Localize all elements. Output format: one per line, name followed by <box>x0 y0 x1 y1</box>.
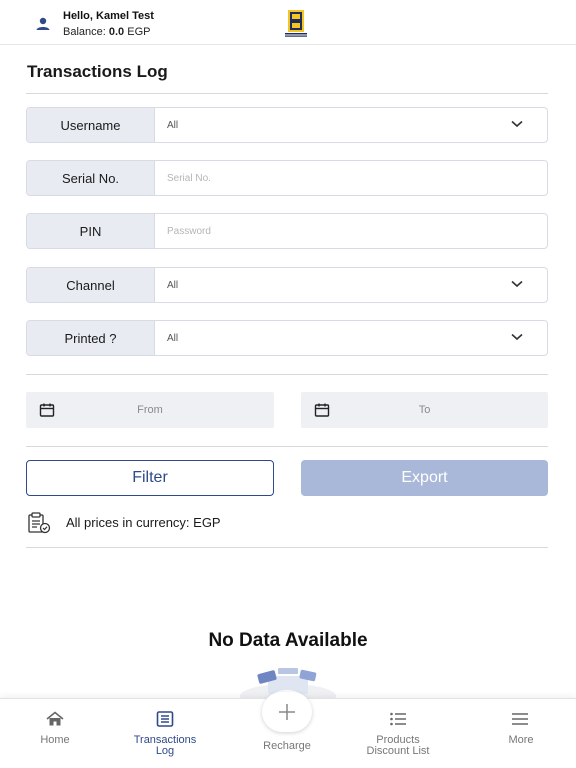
nav-home-label: Home <box>40 734 70 746</box>
balance-value: 0.0 <box>108 26 125 38</box>
chevron-down-icon[interactable] <box>511 280 523 288</box>
home-icon <box>46 711 64 726</box>
filters-divider <box>26 374 548 375</box>
nav-more-label: More <box>508 734 534 746</box>
empty-state-title: No Data Available <box>208 630 368 651</box>
title-divider <box>26 93 548 94</box>
channel-value-area[interactable]: All <box>155 268 547 302</box>
recharge-button[interactable] <box>262 692 312 732</box>
filter-button[interactable]: Filter <box>26 460 274 496</box>
printed-select[interactable]: Printed ? All <box>26 320 548 356</box>
channel-value: All <box>167 279 179 291</box>
nav-more[interactable]: More <box>466 699 576 768</box>
username-label: Username <box>27 108 155 142</box>
pin-input[interactable] <box>167 225 547 237</box>
user-icon[interactable] <box>34 15 52 33</box>
to-date-picker[interactable]: To <box>301 392 548 428</box>
from-date-placeholder: From <box>137 404 163 416</box>
serial-field[interactable]: Serial No. <box>26 160 548 196</box>
printed-value-area[interactable]: All <box>155 321 547 355</box>
chevron-down-icon[interactable] <box>511 333 523 341</box>
nav-home[interactable]: Home <box>0 699 110 768</box>
chevron-down-icon[interactable] <box>511 120 523 128</box>
export-button[interactable]: Export <box>301 460 548 496</box>
username-value: All <box>167 119 179 131</box>
channel-label: Channel <box>27 268 155 302</box>
username-value-area[interactable]: All <box>155 108 547 142</box>
nav-recharge-label: Recharge <box>263 740 311 752</box>
receipt-icon <box>28 512 51 534</box>
serial-input-area[interactable] <box>155 161 547 195</box>
header-divider <box>0 44 576 45</box>
list-document-icon <box>156 711 174 727</box>
nav-products-discount-list[interactable]: Products Discount List <box>356 699 440 768</box>
currency-note: All prices in currency: EGP <box>66 515 221 530</box>
balance-currency: EGP <box>127 26 151 38</box>
menu-icon <box>512 713 528 725</box>
brand-logo-icon <box>285 10 307 37</box>
printed-value: All <box>167 332 179 344</box>
greeting-text: Hello, Kamel Test <box>63 10 154 22</box>
nav-transactions-log[interactable]: Transactions Log <box>110 699 220 768</box>
username-select[interactable]: Username All <box>26 107 548 143</box>
plus-icon <box>279 704 295 720</box>
currency-divider <box>26 547 548 548</box>
pin-label: PIN <box>27 214 155 248</box>
nav-products-label: Products Discount List <box>366 734 430 757</box>
list-icon <box>390 712 406 726</box>
dates-divider <box>26 446 548 447</box>
pin-input-area[interactable] <box>155 214 547 248</box>
from-date-picker[interactable]: From <box>26 392 274 428</box>
printed-label: Printed ? <box>27 321 155 355</box>
balance-text: Balance: 0.0 EGP <box>63 26 150 38</box>
app-header: Hello, Kamel Test Balance: 0.0 EGP <box>0 0 576 44</box>
nav-transactions-label: Transactions Log <box>133 734 197 757</box>
page-title: Transactions Log <box>27 62 168 81</box>
serial-label: Serial No. <box>27 161 155 195</box>
channel-select[interactable]: Channel All <box>26 267 548 303</box>
pin-field[interactable]: PIN <box>26 213 548 249</box>
balance-label: Balance: <box>63 26 106 38</box>
to-date-placeholder: To <box>418 404 431 416</box>
serial-input[interactable] <box>167 172 547 184</box>
